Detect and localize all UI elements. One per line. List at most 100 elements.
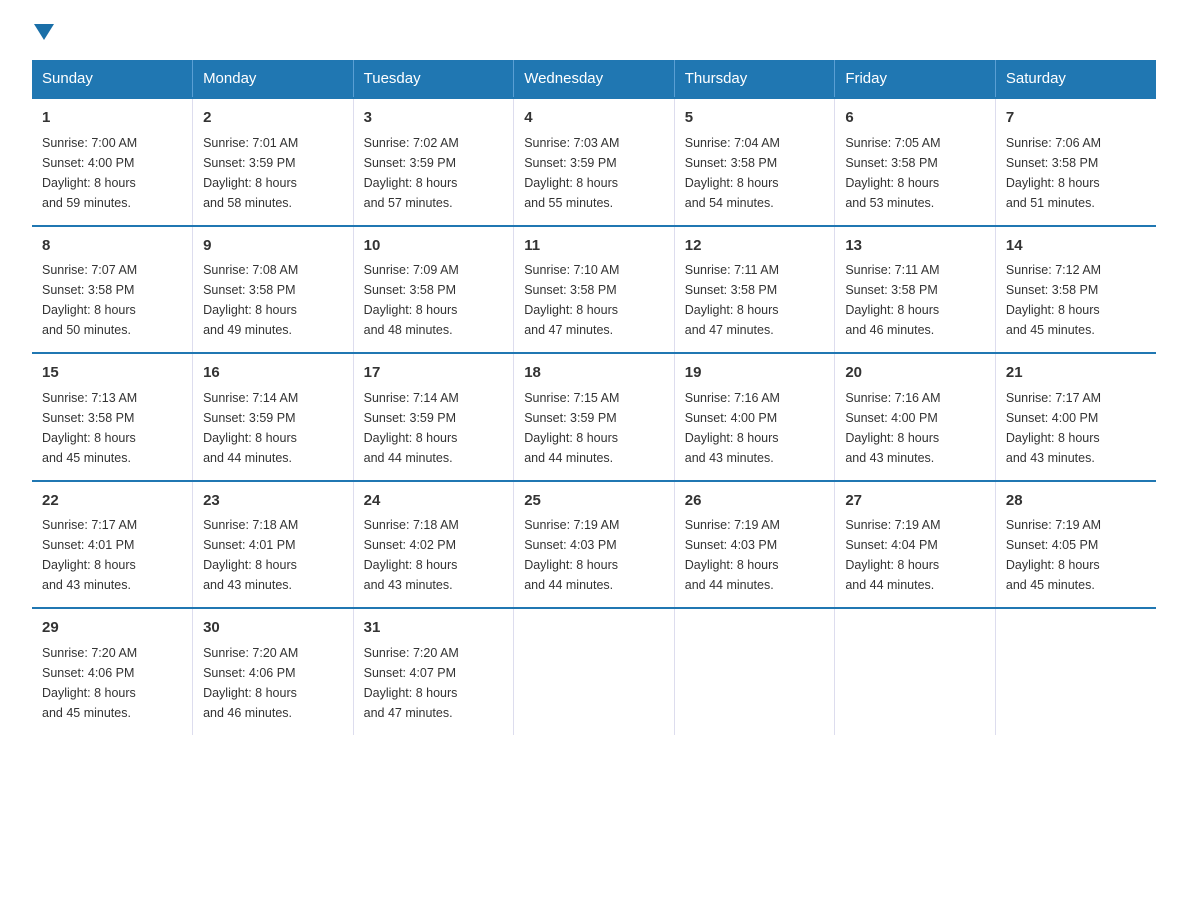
logo-triangle-icon bbox=[34, 24, 54, 40]
day-number: 16 bbox=[203, 362, 343, 385]
day-info: Sunrise: 7:19 AMSunset: 4:03 PMDaylight:… bbox=[685, 518, 780, 592]
day-number: 4 bbox=[524, 107, 664, 130]
day-info: Sunrise: 7:11 AMSunset: 3:58 PMDaylight:… bbox=[845, 263, 939, 337]
day-number: 26 bbox=[685, 490, 825, 513]
day-number: 5 bbox=[685, 107, 825, 130]
day-number: 3 bbox=[364, 107, 504, 130]
day-info: Sunrise: 7:18 AMSunset: 4:02 PMDaylight:… bbox=[364, 518, 459, 592]
calendar-cell: 8 Sunrise: 7:07 AMSunset: 3:58 PMDaylight… bbox=[32, 226, 193, 354]
calendar-week-row: 1 Sunrise: 7:00 AMSunset: 4:00 PMDaylight… bbox=[32, 98, 1156, 226]
column-header-wednesday: Wednesday bbox=[514, 60, 675, 98]
calendar-cell: 28 Sunrise: 7:19 AMSunset: 4:05 PMDayligh… bbox=[995, 481, 1156, 609]
day-number: 27 bbox=[845, 490, 985, 513]
column-header-friday: Friday bbox=[835, 60, 996, 98]
day-number: 25 bbox=[524, 490, 664, 513]
day-info: Sunrise: 7:04 AMSunset: 3:58 PMDaylight:… bbox=[685, 136, 780, 210]
day-number: 13 bbox=[845, 235, 985, 258]
day-info: Sunrise: 7:08 AMSunset: 3:58 PMDaylight:… bbox=[203, 263, 298, 337]
day-info: Sunrise: 7:01 AMSunset: 3:59 PMDaylight:… bbox=[203, 136, 298, 210]
day-info: Sunrise: 7:19 AMSunset: 4:05 PMDaylight:… bbox=[1006, 518, 1101, 592]
calendar-table: SundayMondayTuesdayWednesdayThursdayFrid… bbox=[32, 60, 1156, 735]
calendar-cell: 11 Sunrise: 7:10 AMSunset: 3:58 PMDayligh… bbox=[514, 226, 675, 354]
column-header-thursday: Thursday bbox=[674, 60, 835, 98]
day-number: 8 bbox=[42, 235, 182, 258]
day-info: Sunrise: 7:07 AMSunset: 3:58 PMDaylight:… bbox=[42, 263, 137, 337]
day-number: 24 bbox=[364, 490, 504, 513]
day-info: Sunrise: 7:20 AMSunset: 4:07 PMDaylight:… bbox=[364, 646, 459, 720]
day-info: Sunrise: 7:19 AMSunset: 4:04 PMDaylight:… bbox=[845, 518, 940, 592]
calendar-week-row: 22 Sunrise: 7:17 AMSunset: 4:01 PMDayligh… bbox=[32, 481, 1156, 609]
day-info: Sunrise: 7:02 AMSunset: 3:59 PMDaylight:… bbox=[364, 136, 459, 210]
calendar-cell: 2 Sunrise: 7:01 AMSunset: 3:59 PMDaylight… bbox=[193, 98, 354, 226]
day-info: Sunrise: 7:09 AMSunset: 3:58 PMDaylight:… bbox=[364, 263, 459, 337]
calendar-cell: 21 Sunrise: 7:17 AMSunset: 4:00 PMDayligh… bbox=[995, 353, 1156, 481]
day-info: Sunrise: 7:12 AMSunset: 3:58 PMDaylight:… bbox=[1006, 263, 1101, 337]
calendar-cell: 5 Sunrise: 7:04 AMSunset: 3:58 PMDaylight… bbox=[674, 98, 835, 226]
day-info: Sunrise: 7:17 AMSunset: 4:00 PMDaylight:… bbox=[1006, 391, 1101, 465]
calendar-cell bbox=[835, 608, 996, 735]
column-header-monday: Monday bbox=[193, 60, 354, 98]
calendar-cell: 1 Sunrise: 7:00 AMSunset: 4:00 PMDaylight… bbox=[32, 98, 193, 226]
calendar-cell bbox=[995, 608, 1156, 735]
page-header bbox=[32, 24, 1156, 40]
calendar-cell: 9 Sunrise: 7:08 AMSunset: 3:58 PMDaylight… bbox=[193, 226, 354, 354]
day-info: Sunrise: 7:19 AMSunset: 4:03 PMDaylight:… bbox=[524, 518, 619, 592]
calendar-cell: 18 Sunrise: 7:15 AMSunset: 3:59 PMDayligh… bbox=[514, 353, 675, 481]
day-info: Sunrise: 7:16 AMSunset: 4:00 PMDaylight:… bbox=[845, 391, 940, 465]
calendar-cell: 20Sunrise: 7:16 AMSunset: 4:00 PMDayligh… bbox=[835, 353, 996, 481]
day-info: Sunrise: 7:15 AMSunset: 3:59 PMDaylight:… bbox=[524, 391, 619, 465]
calendar-cell: 14 Sunrise: 7:12 AMSunset: 3:58 PMDayligh… bbox=[995, 226, 1156, 354]
day-number: 22 bbox=[42, 490, 182, 513]
day-number: 6 bbox=[845, 107, 985, 130]
day-number: 19 bbox=[685, 362, 825, 385]
day-info: Sunrise: 7:16 AMSunset: 4:00 PMDaylight:… bbox=[685, 391, 780, 465]
day-number: 23 bbox=[203, 490, 343, 513]
calendar-cell: 15Sunrise: 7:13 AMSunset: 3:58 PMDayligh… bbox=[32, 353, 193, 481]
day-number: 12 bbox=[685, 235, 825, 258]
calendar-cell bbox=[674, 608, 835, 735]
calendar-cell: 4 Sunrise: 7:03 AMSunset: 3:59 PMDaylight… bbox=[514, 98, 675, 226]
calendar-cell bbox=[514, 608, 675, 735]
day-number: 30 bbox=[203, 617, 343, 640]
column-header-sunday: Sunday bbox=[32, 60, 193, 98]
day-info: Sunrise: 7:20 AMSunset: 4:06 PMDaylight:… bbox=[42, 646, 137, 720]
day-number: 7 bbox=[1006, 107, 1146, 130]
day-number: 9 bbox=[203, 235, 343, 258]
day-info: Sunrise: 7:05 AMSunset: 3:58 PMDaylight:… bbox=[845, 136, 940, 210]
day-info: Sunrise: 7:10 AMSunset: 3:58 PMDaylight:… bbox=[524, 263, 619, 337]
day-number: 29 bbox=[42, 617, 182, 640]
calendar-cell: 7 Sunrise: 7:06 AMSunset: 3:58 PMDaylight… bbox=[995, 98, 1156, 226]
calendar-week-row: 15Sunrise: 7:13 AMSunset: 3:58 PMDayligh… bbox=[32, 353, 1156, 481]
calendar-cell: 12 Sunrise: 7:11 AMSunset: 3:58 PMDayligh… bbox=[674, 226, 835, 354]
day-number: 21 bbox=[1006, 362, 1146, 385]
calendar-cell: 27 Sunrise: 7:19 AMSunset: 4:04 PMDayligh… bbox=[835, 481, 996, 609]
logo bbox=[32, 24, 56, 40]
calendar-cell: 26 Sunrise: 7:19 AMSunset: 4:03 PMDayligh… bbox=[674, 481, 835, 609]
calendar-header-row: SundayMondayTuesdayWednesdayThursdayFrid… bbox=[32, 60, 1156, 98]
column-header-tuesday: Tuesday bbox=[353, 60, 514, 98]
day-number: 1 bbox=[42, 107, 182, 130]
calendar-cell: 6 Sunrise: 7:05 AMSunset: 3:58 PMDaylight… bbox=[835, 98, 996, 226]
day-info: Sunrise: 7:20 AMSunset: 4:06 PMDaylight:… bbox=[203, 646, 298, 720]
calendar-week-row: 8 Sunrise: 7:07 AMSunset: 3:58 PMDaylight… bbox=[32, 226, 1156, 354]
day-info: Sunrise: 7:17 AMSunset: 4:01 PMDaylight:… bbox=[42, 518, 137, 592]
calendar-week-row: 29 Sunrise: 7:20 AMSunset: 4:06 PMDayligh… bbox=[32, 608, 1156, 735]
day-number: 10 bbox=[364, 235, 504, 258]
day-info: Sunrise: 7:11 AMSunset: 3:58 PMDaylight:… bbox=[685, 263, 779, 337]
day-number: 14 bbox=[1006, 235, 1146, 258]
day-number: 11 bbox=[524, 235, 664, 258]
day-info: Sunrise: 7:03 AMSunset: 3:59 PMDaylight:… bbox=[524, 136, 619, 210]
calendar-cell: 3 Sunrise: 7:02 AMSunset: 3:59 PMDaylight… bbox=[353, 98, 514, 226]
calendar-cell: 25 Sunrise: 7:19 AMSunset: 4:03 PMDayligh… bbox=[514, 481, 675, 609]
calendar-cell: 22 Sunrise: 7:17 AMSunset: 4:01 PMDayligh… bbox=[32, 481, 193, 609]
day-number: 15 bbox=[42, 362, 182, 385]
day-number: 2 bbox=[203, 107, 343, 130]
day-number: 31 bbox=[364, 617, 504, 640]
column-header-saturday: Saturday bbox=[995, 60, 1156, 98]
day-number: 28 bbox=[1006, 490, 1146, 513]
calendar-cell: 17Sunrise: 7:14 AMSunset: 3:59 PMDayligh… bbox=[353, 353, 514, 481]
day-number: 18 bbox=[524, 362, 664, 385]
calendar-cell: 10 Sunrise: 7:09 AMSunset: 3:58 PMDayligh… bbox=[353, 226, 514, 354]
day-info: Sunrise: 7:06 AMSunset: 3:58 PMDaylight:… bbox=[1006, 136, 1101, 210]
day-info: Sunrise: 7:00 AMSunset: 4:00 PMDaylight:… bbox=[42, 136, 137, 210]
